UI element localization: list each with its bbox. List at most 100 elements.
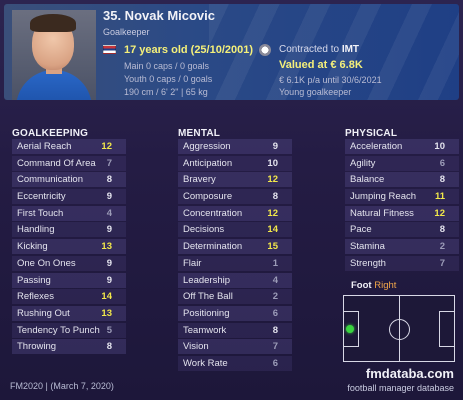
attribute-row: Vision 7 (178, 339, 292, 356)
attribute-value: 7 (106, 157, 112, 169)
attribute-row: First Touch 4 (12, 205, 126, 223)
player-status: Young goalkeeper (279, 87, 352, 97)
attribute-value: 9 (106, 257, 112, 269)
attribute-label: Determination (183, 241, 243, 253)
attribute-row: Communication 8 (12, 172, 126, 189)
attribute-value: 9 (106, 224, 112, 236)
youth-caps: Youth 0 caps / 0 goals (124, 74, 213, 84)
site-tagline: football manager database (347, 383, 454, 393)
physical-title: PHYSICAL (345, 128, 398, 139)
attribute-label: Concentration (183, 207, 243, 219)
attribute-row: Aggression 9 (178, 139, 292, 156)
attribute-value: 9 (106, 274, 112, 286)
attribute-value: 4 (106, 207, 112, 219)
attribute-label: Eccentricity (17, 191, 66, 203)
attribute-label: Acceleration (350, 141, 403, 152)
attribute-label: Positioning (183, 307, 230, 319)
attribute-value: 12 (434, 207, 445, 219)
attribute-value: 14 (101, 291, 112, 303)
attribute-row: Anticipation 10 (178, 155, 292, 173)
attribute-value: 9 (106, 191, 112, 203)
attribute-label: Tendency To Punch (17, 324, 100, 336)
attribute-value: 2 (439, 241, 445, 253)
attribute-value: 6 (272, 307, 278, 319)
attribute-value: 8 (439, 174, 445, 186)
attribute-row: Handling 9 (12, 222, 126, 239)
foot-side: Right (374, 280, 397, 291)
mental-list: Aggression 9 Anticipation 10 Bravery 12 Compos… (178, 139, 292, 373)
game-version: FM2020 | (March 7, 2020) (10, 381, 114, 391)
attribute-value: 5 (106, 324, 112, 336)
attribute-label: Jumping Reach (350, 191, 417, 203)
attribute-label: Command Of Area (17, 157, 96, 169)
attribute-label: Communication (17, 174, 83, 186)
attribute-value: 13 (101, 307, 112, 319)
player-photo (12, 10, 96, 100)
attribute-row: Passing 9 (12, 272, 126, 290)
attribute-value: 2 (272, 291, 278, 303)
attribute-row: Composure 8 (178, 189, 292, 206)
attribute-label: Teamwork (183, 324, 227, 336)
attribute-label: Off The Ball (183, 291, 233, 303)
attribute-label: Aerial Reach (17, 141, 72, 152)
attribute-row: Pace 8 (345, 222, 459, 239)
attribute-row: Decisions 14 (178, 222, 292, 239)
attribute-value: 6 (272, 357, 278, 369)
attribute-row: Command Of Area 7 (12, 155, 126, 173)
contract-info: Contracted to IMT (279, 44, 359, 55)
attribute-row: Agility 6 (345, 155, 459, 173)
attribute-value: 10 (267, 157, 278, 169)
attribute-label: Stamina (350, 241, 385, 253)
serbia-flag-icon (103, 45, 116, 54)
attribute-row: Flair 1 (178, 255, 292, 273)
club-name[interactable]: IMT (342, 44, 359, 55)
photo-shirt (16, 70, 92, 100)
player-physique: 190 cm / 6' 2" | 65 kg (124, 87, 208, 97)
attribute-row: Aerial Reach 12 (12, 139, 126, 156)
position-pitch (343, 295, 455, 362)
attribute-value: 13 (101, 241, 112, 253)
attribute-row: Stamina 2 (345, 239, 459, 256)
attribute-row: Strength 7 (345, 255, 459, 273)
attribute-value: 12 (267, 174, 278, 186)
attribute-label: Bravery (183, 174, 216, 186)
attribute-row: Jumping Reach 11 (345, 189, 459, 206)
player-value: Valued at € 6.8K (279, 59, 363, 71)
attribute-row: Kicking 13 (12, 239, 126, 256)
attribute-value: 9 (272, 141, 278, 152)
attribute-value: 8 (439, 224, 445, 236)
attribute-value: 15 (267, 241, 278, 253)
attribute-label: First Touch (17, 207, 64, 219)
site-brand[interactable]: fmdataba.com (366, 366, 454, 381)
attribute-row: Leadership 4 (178, 272, 292, 290)
player-position: Goalkeeper (103, 27, 150, 37)
attribute-label: Agility (350, 157, 376, 169)
attribute-label: Composure (183, 191, 233, 203)
attribute-value: 12 (267, 207, 278, 219)
attribute-row: Off The Ball 2 (178, 289, 292, 306)
attribute-label: Anticipation (183, 157, 233, 169)
attribute-row: Reflexes 14 (12, 289, 126, 306)
attribute-value: 7 (272, 341, 278, 353)
attribute-row: Positioning 6 (178, 305, 292, 323)
attribute-label: Passing (17, 274, 51, 286)
photo-hair (30, 14, 76, 32)
attribute-label: Kicking (17, 241, 48, 253)
attribute-label: Leadership (183, 274, 231, 286)
foot-label: Foot (351, 280, 372, 291)
attribute-value: 8 (106, 174, 112, 186)
attribute-value: 8 (272, 191, 278, 203)
attribute-value: 10 (434, 141, 445, 152)
attribute-row: Bravery 12 (178, 172, 292, 189)
attribute-row: Balance 8 (345, 172, 459, 189)
attribute-row: Rushing Out 13 (12, 305, 126, 323)
attribute-row: Acceleration 10 (345, 139, 459, 156)
attribute-label: Throwing (17, 341, 57, 353)
attribute-row: One On Ones 9 (12, 255, 126, 273)
attribute-row: Throwing 8 (12, 339, 126, 356)
player-age: 17 years old (25/10/2001) (124, 44, 254, 56)
mental-title: MENTAL (178, 128, 221, 139)
pitch-center-circle (389, 319, 410, 340)
player-name: 35. Novak Micovic (103, 8, 215, 23)
attribute-label: One On Ones (17, 257, 76, 269)
